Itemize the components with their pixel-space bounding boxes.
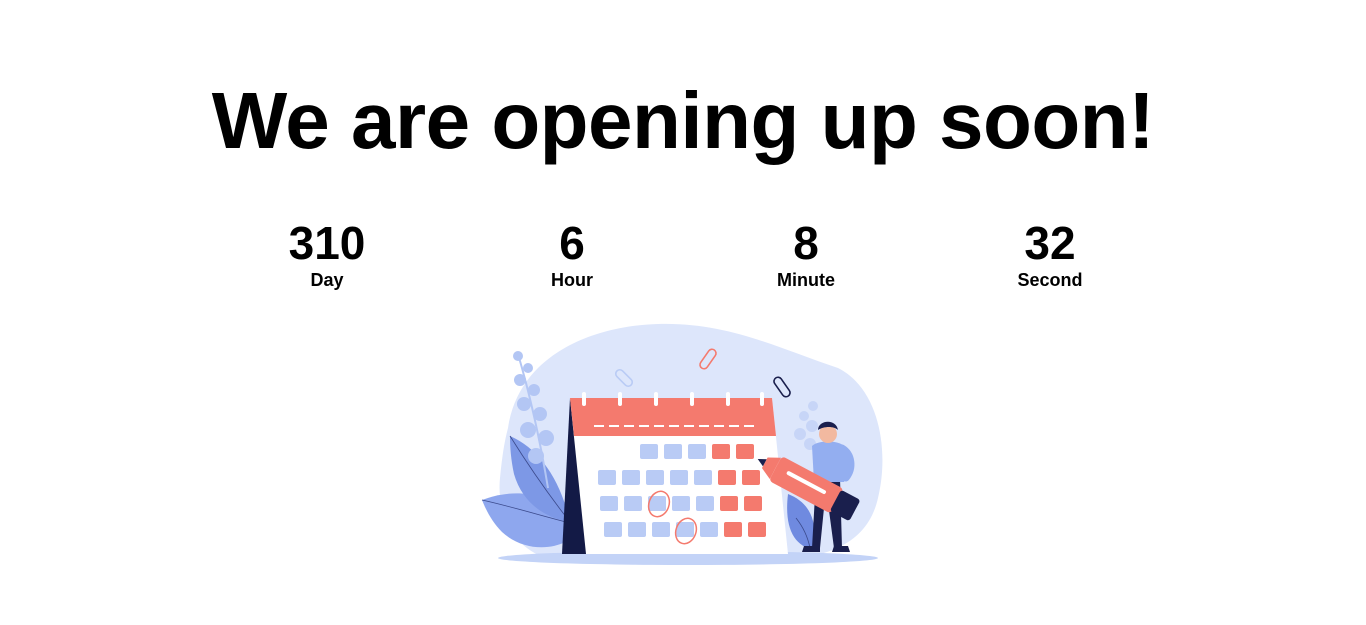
countdown-minute-value: 8 xyxy=(793,217,819,269)
countdown-second-label: Second xyxy=(1017,270,1083,290)
countdown-second-value: 32 xyxy=(1024,217,1076,269)
countdown-minute: 8 Minute xyxy=(706,218,906,292)
countdown-hour-value: 6 xyxy=(559,217,585,269)
countdown-day-value: 310 xyxy=(288,217,366,269)
countdown-hour: 6 Hour xyxy=(472,218,672,292)
calendar-illustration xyxy=(481,323,883,565)
countdown-timer: 310 Day 6 Hour 8 Minute 32 Second xyxy=(0,218,1366,298)
countdown-second: 32 Second xyxy=(950,218,1150,292)
page-title: We are opening up soon! xyxy=(211,76,1155,165)
countdown-hour-label: Hour xyxy=(551,270,593,290)
countdown-day: 310 Day xyxy=(227,218,427,292)
coming-soon-page: We are opening up soon! 310 Day 6 Hour 8… xyxy=(0,0,1366,625)
calendar xyxy=(570,392,788,554)
countdown-minute-label: Minute xyxy=(777,270,835,290)
countdown-day-label: Day xyxy=(310,270,344,290)
